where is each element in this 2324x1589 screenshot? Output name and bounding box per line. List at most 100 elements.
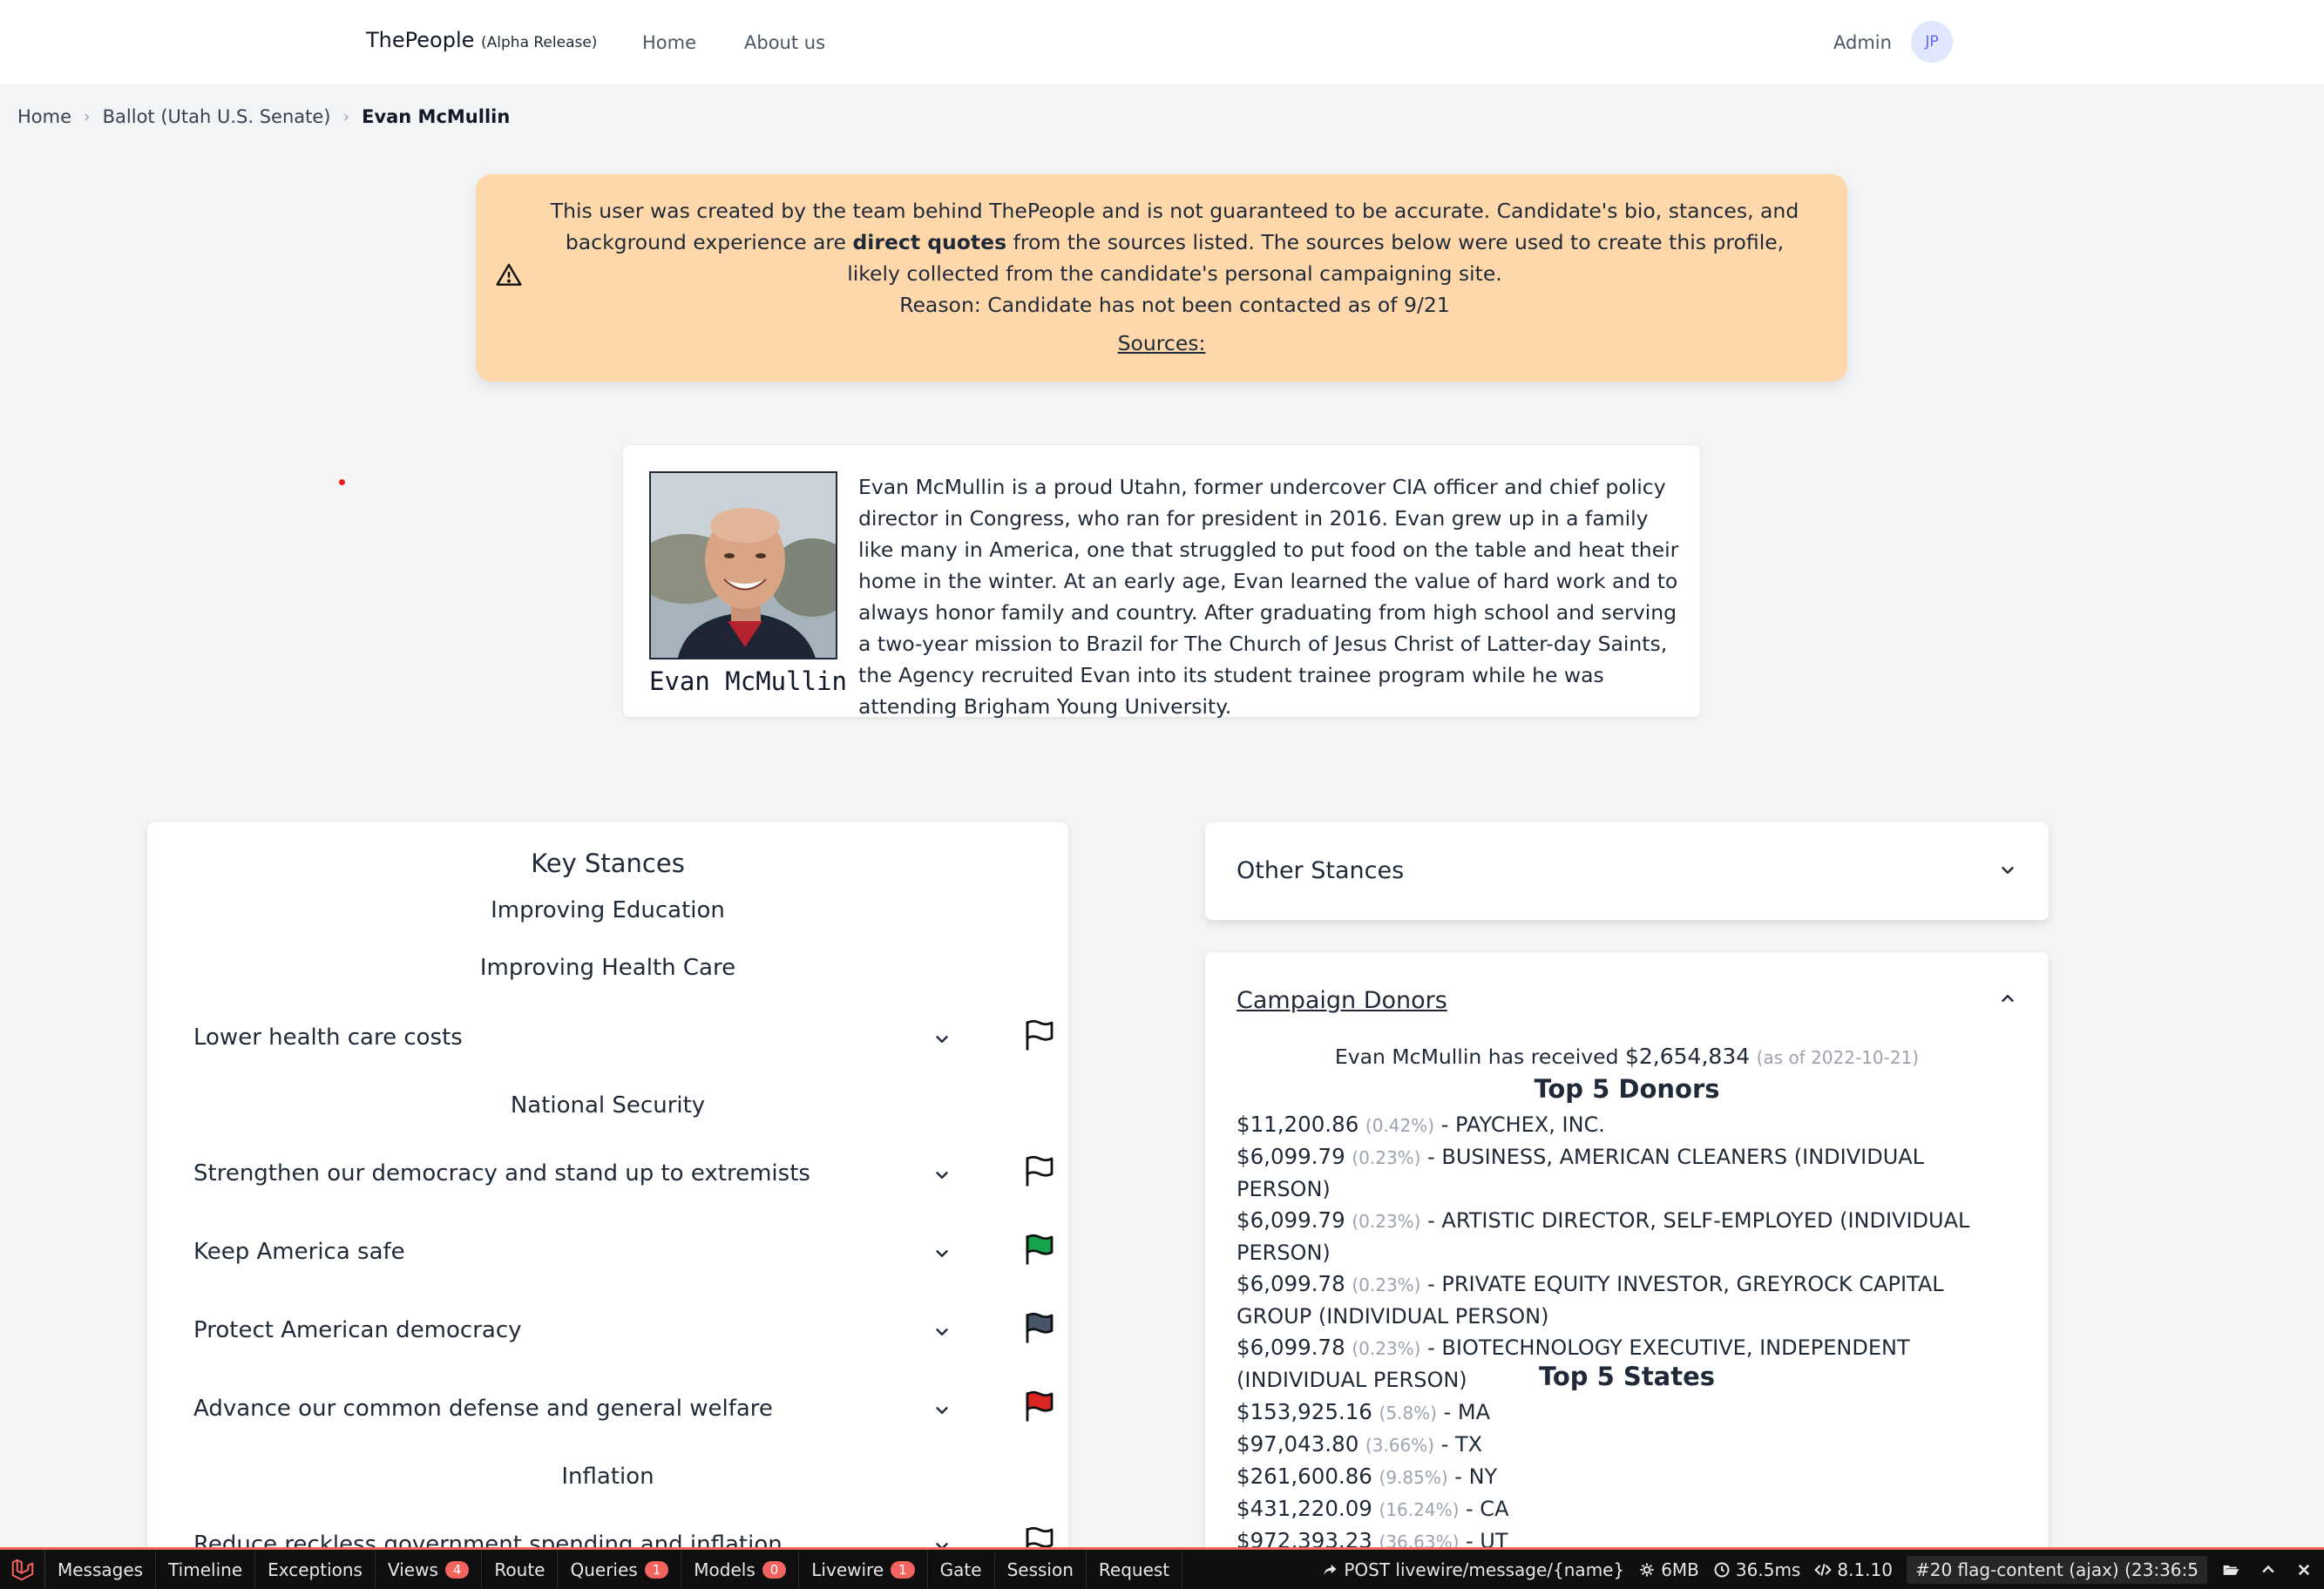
brand-tag: (Alpha Release) — [481, 34, 598, 51]
chevron-up-icon[interactable] — [1998, 989, 2017, 1008]
chevron-right-icon: › — [342, 107, 350, 126]
accuracy-warning-banner: This user was created by the team behind… — [476, 174, 1847, 382]
top-navbar: ThePeople (Alpha Release) Home About us … — [0, 0, 2324, 84]
other-stances-panel[interactable]: Other Stances — [1205, 822, 2049, 920]
nav-about-link[interactable]: About us — [744, 32, 825, 53]
candidate-bio-text: Evan McMullin is a proud Utahn, former u… — [858, 475, 1679, 719]
debug-time: 36.5ms — [1706, 1559, 1807, 1580]
top-states-list: $153,925.16 (5.8%) - MA $97,043.80 (3.66… — [1237, 1396, 2021, 1558]
nav-home-link[interactable]: Home — [642, 32, 696, 53]
cogs-icon — [1640, 1563, 1654, 1576]
debug-tab-queries[interactable]: Queries 1 — [558, 1550, 682, 1589]
state-item: $97,043.80 (3.66%) - TX — [1237, 1431, 1483, 1457]
breadcrumb: Home › Ballot (Utah U.S. Senate) › Evan … — [17, 106, 510, 127]
stance-category: Improving Education — [491, 897, 725, 923]
debug-tab-timeline[interactable]: Timeline — [156, 1550, 256, 1589]
chevron-right-icon: › — [84, 107, 91, 126]
stance-row[interactable]: Lower health care costs — [193, 1012, 1065, 1065]
debug-tab-models[interactable]: Models 0 — [681, 1550, 800, 1589]
stance-category: Improving Health Care — [479, 955, 736, 981]
warning-text: This user was created by the team behind… — [550, 199, 1799, 317]
stance-row[interactable]: Keep America safe — [193, 1227, 1065, 1279]
flag-icon[interactable] — [1021, 1230, 1058, 1268]
brand-name: ThePeople — [366, 28, 475, 52]
candidate-name: Evan McMullin — [649, 666, 847, 696]
flag-icon[interactable] — [1021, 1308, 1058, 1347]
breadcrumb-current: Evan McMullin — [362, 106, 511, 127]
count-badge: 1 — [644, 1560, 669, 1579]
breadcrumb-home[interactable]: Home — [17, 106, 71, 127]
state-item: $261,600.86 (9.85%) - NY — [1237, 1464, 1498, 1489]
donor-item: $11,200.86 (0.42%) - PAYCHEX, INC. — [1237, 1112, 1605, 1137]
code-icon — [1814, 1563, 1833, 1576]
folder-open-icon[interactable] — [2214, 1561, 2253, 1579]
state-item: $431,220.09 (16.24%) - CA — [1237, 1496, 1509, 1521]
share-icon — [1324, 1564, 1337, 1575]
stance-label: Protect American democracy — [193, 1317, 522, 1343]
flag-icon[interactable] — [1021, 1016, 1058, 1054]
nav-admin-link[interactable]: Admin — [1833, 32, 1892, 53]
chevron-down-icon[interactable] — [932, 1322, 952, 1342]
campaign-donors-panel: Campaign Donors Evan McMullin has receiv… — [1205, 952, 2049, 1589]
cursor-dot — [339, 479, 345, 485]
sources-link[interactable]: Sources: — [476, 331, 1847, 355]
chevron-down-icon[interactable] — [932, 1030, 952, 1049]
breadcrumb-ballot[interactable]: Ballot (Utah U.S. Senate) — [103, 106, 331, 127]
count-badge: 0 — [762, 1560, 787, 1579]
clock-icon — [1714, 1562, 1730, 1577]
count-badge: 1 — [891, 1560, 915, 1579]
chevron-down-icon[interactable] — [932, 1166, 952, 1185]
donor-item: $6,099.79 (0.23%) - ARTISTIC DIRECTOR, S… — [1237, 1207, 1970, 1265]
chevron-down-icon[interactable] — [1998, 861, 2017, 880]
key-stances-panel: Key Stances Improving Education Improvin… — [147, 822, 1068, 1589]
debug-tab-gate[interactable]: Gate — [928, 1550, 995, 1589]
brand-logo[interactable]: ThePeople (Alpha Release) — [366, 28, 597, 52]
warning-triangle-icon — [496, 263, 522, 286]
debug-tab-messages[interactable]: Messages — [45, 1550, 157, 1589]
top-donors-list: $11,200.86 (0.42%) - PAYCHEX, INC. $6,09… — [1237, 1109, 2021, 1396]
donor-item: $6,099.79 (0.23%) - BUSINESS, AMERICAN C… — [1237, 1144, 1925, 1201]
debug-tab-session[interactable]: Session — [995, 1550, 1087, 1589]
candidate-bio-card: Evan McMullin Evan McMullin is a proud U… — [623, 445, 1700, 719]
state-item: $153,925.16 (5.8%) - MA — [1237, 1399, 1490, 1424]
stance-row[interactable]: Strengthen our democracy and stand up to… — [193, 1148, 1065, 1200]
chevron-up-icon[interactable] — [2253, 1561, 2289, 1579]
debug-bar: Messages Timeline Exceptions Views 4 Rout… — [0, 1547, 2324, 1589]
debug-tab-livewire[interactable]: Livewire 1 — [799, 1550, 928, 1589]
candidate-photo — [649, 471, 837, 659]
stance-label: Lower health care costs — [193, 1024, 463, 1051]
debug-bar-stats: POST livewire/message/{name} 6MB 36.5ms … — [1314, 1550, 2324, 1589]
key-stances-title: Key Stances — [531, 849, 685, 878]
other-stances-title: Other Stances — [1237, 857, 1405, 884]
debug-tab-request[interactable]: Request — [1087, 1550, 1183, 1589]
flag-icon[interactable] — [1021, 1387, 1058, 1425]
stance-row[interactable]: Protect American democracy — [193, 1305, 1065, 1357]
campaign-donors-title[interactable]: Campaign Donors — [1237, 987, 1447, 1014]
donations-received: Evan McMullin has received $2,654,834 (a… — [1334, 1044, 1920, 1069]
close-icon[interactable] — [2289, 1562, 2324, 1578]
stance-category: National Security — [510, 1092, 706, 1119]
stance-label: Keep America safe — [193, 1239, 405, 1265]
candidate-portrait-image — [651, 473, 836, 658]
debug-request-select[interactable]: #20 flag-content (ajax) (23:36:5 — [1906, 1555, 2207, 1584]
stance-category: Inflation — [561, 1464, 654, 1490]
top-states-title: Top 5 States — [1538, 1362, 1716, 1391]
debug-route: POST livewire/message/{name} — [1314, 1559, 1631, 1580]
stance-label: Advance our common defense and general w… — [193, 1396, 773, 1422]
debug-tab-route[interactable]: Route — [482, 1550, 559, 1589]
chevron-down-icon[interactable] — [932, 1244, 952, 1263]
donor-item: $6,099.78 (0.23%) - PRIVATE EQUITY INVES… — [1237, 1271, 1944, 1329]
user-avatar[interactable]: JP — [1911, 21, 1953, 63]
flag-icon[interactable] — [1021, 1152, 1058, 1190]
count-badge: 4 — [444, 1560, 470, 1579]
stance-label: Strengthen our democracy and stand up to… — [193, 1160, 810, 1187]
stance-row[interactable]: Advance our common defense and general w… — [193, 1383, 1065, 1436]
laravel-logo-icon[interactable] — [0, 1550, 45, 1589]
top-donors-title: Top 5 Donors — [1534, 1074, 1720, 1104]
debug-tab-views[interactable]: Views 4 — [376, 1550, 483, 1589]
chevron-down-icon[interactable] — [932, 1401, 952, 1420]
debug-memory: 6MB — [1631, 1559, 1706, 1580]
debug-version: 8.1.10 — [1807, 1559, 1900, 1580]
debug-tab-exceptions[interactable]: Exceptions — [255, 1550, 376, 1589]
warning-reason: Reason: Candidate has not been contacted… — [899, 293, 1450, 317]
